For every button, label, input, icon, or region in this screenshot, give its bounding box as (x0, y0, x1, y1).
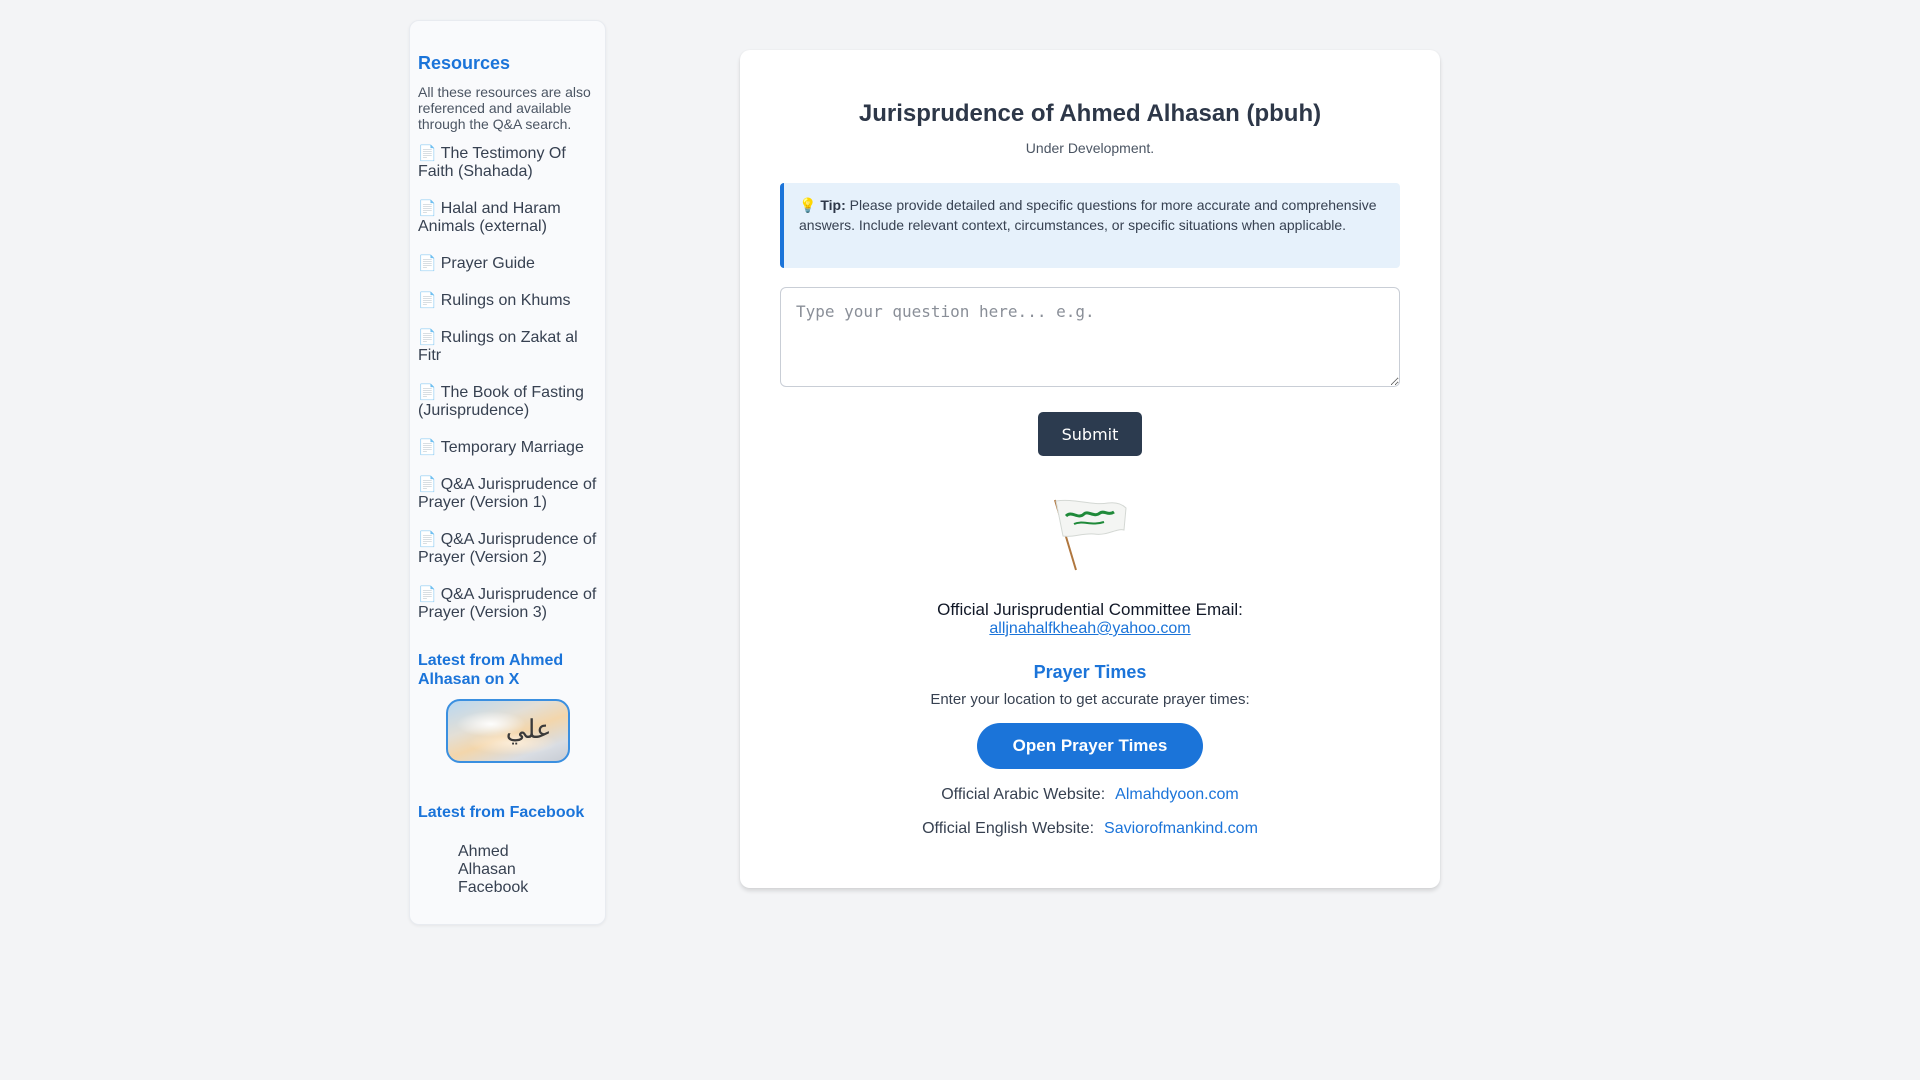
page-title: Jurisprudence of Ahmed Alhasan (pbuh) (858, 100, 1322, 127)
document-icon: 📄 (418, 476, 437, 493)
flag-icon (1054, 499, 1127, 571)
resources-sidebar: Resources All these resources are also r… (409, 20, 606, 925)
resource-link-label: Q&A Jurisprudence of Prayer (Version 3) (418, 586, 597, 621)
tip-box: 💡 Tip: Please provide detailed and speci… (780, 183, 1400, 268)
arabic-website-row: Official Arabic Website: Almahdyoon.com (740, 786, 1440, 804)
resource-link-zakat[interactable]: 📄 Rulings on Zakat al Fitr (418, 329, 597, 365)
sidebar-title: Resources (418, 53, 511, 73)
english-website-link[interactable]: Saviorofmankind.com (1104, 820, 1258, 837)
resource-link-label: Rulings on Zakat al Fitr (418, 329, 578, 364)
facebook-section-title: Latest from Facebook (418, 804, 585, 821)
document-icon: 📄 (418, 531, 437, 548)
email-label: Official Jurisprudential Committee Email… (937, 600, 1243, 619)
document-icon: 📄 (418, 145, 437, 162)
resource-link-label: Q&A Jurisprudence of Prayer (Version 1) (418, 476, 597, 511)
document-icon: 📄 (418, 200, 437, 217)
qa-card: Jurisprudence of Ahmed Alhasan (pbuh) Un… (740, 50, 1440, 888)
resource-link-fasting[interactable]: 📄 The Book of Fasting (Jurisprudence) (418, 384, 597, 420)
arabic-website-link[interactable]: Almahdyoon.com (1115, 786, 1239, 803)
english-website-label: Official English Website: (922, 820, 1095, 837)
open-prayer-times-button[interactable]: Open Prayer Times (977, 723, 1203, 769)
resource-link-label: Temporary Marriage (440, 439, 584, 456)
resource-link-temporary-marriage[interactable]: 📄 Temporary Marriage (418, 439, 597, 457)
resource-link-prayer-guide[interactable]: 📄 Prayer Guide (418, 255, 597, 273)
resource-link-prayer-v2[interactable]: 📄 Q&A Jurisprudence of Prayer (Version 2) (418, 531, 597, 567)
email-wrapper: alljnahalfkheah@yahoo.com (740, 620, 1440, 638)
resource-link-shahada[interactable]: 📄 The Testimony Of Faith (Shahada) (418, 145, 597, 181)
document-icon: 📄 (418, 384, 437, 401)
resource-link-prayer-v3[interactable]: 📄 Q&A Jurisprudence of Prayer (Version 3) (418, 586, 597, 622)
committee-email-link[interactable]: alljnahalfkheah@yahoo.com (989, 620, 1190, 637)
english-website-row: Official English Website: Saviorofmankind… (740, 820, 1440, 838)
document-icon: 📄 (418, 255, 437, 272)
tip-label: Tip: (820, 197, 846, 213)
resource-link-halal-haram[interactable]: 📄 Halal and Haram Animals (external) (418, 200, 597, 236)
resource-link-label: Q&A Jurisprudence of Prayer (Version 2) (418, 531, 597, 566)
tip-text: Please provide detailed and specific que… (799, 197, 1377, 233)
resource-link-label: Rulings on Khums (440, 292, 571, 309)
document-icon: 📄 (418, 586, 437, 603)
resource-link-prayer-v1[interactable]: 📄 Q&A Jurisprudence of Prayer (Version 1) (418, 476, 597, 512)
document-icon: 📄 (418, 329, 437, 346)
document-icon: 📄 (418, 292, 437, 309)
arabic-website-label: Official Arabic Website: (941, 786, 1106, 803)
submit-button[interactable]: Submit (1038, 412, 1142, 456)
page-subtitle: Under Development. (1025, 140, 1155, 156)
x-profile-image-link[interactable]: علي (445, 699, 570, 763)
facebook-link[interactable]: Ahmed Alhasan Facebook (458, 843, 548, 897)
question-input[interactable] (780, 287, 1400, 387)
resource-link-label: The Testimony Of Faith (Shahada) (418, 145, 566, 180)
x-section-title: Latest from Ahmed Alhasan on X (418, 652, 564, 688)
resource-link-khums[interactable]: 📄 Rulings on Khums (418, 292, 597, 310)
prayer-times-title: Prayer Times (1033, 662, 1147, 682)
document-icon: 📄 (418, 439, 437, 456)
resource-link-label: Prayer Guide (440, 255, 535, 272)
prayer-times-description: Enter your location to get accurate pray… (930, 691, 1250, 708)
lightbulb-icon: 💡 (799, 197, 817, 213)
calligraphy-logo: علي (505, 715, 552, 745)
sidebar-description: All these resources are also referenced … (418, 84, 591, 132)
resource-link-label: Halal and Haram Animals (external) (418, 200, 561, 235)
resource-link-label: The Book of Fasting (Jurisprudence) (418, 384, 584, 419)
resource-links: 📄 The Testimony Of Faith (Shahada) 📄 Halal… (418, 145, 597, 622)
